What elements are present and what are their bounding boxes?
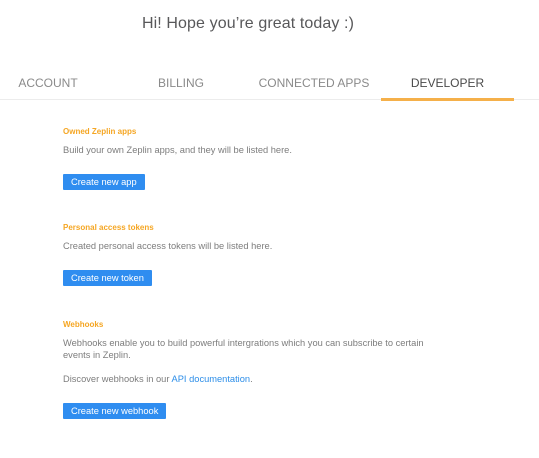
create-new-app-button[interactable]: Create new app bbox=[63, 174, 145, 190]
create-new-webhook-button[interactable]: Create new webhook bbox=[63, 403, 167, 419]
developer-settings-page: Hi! Hope you’re great today :) ACCOUNT B… bbox=[0, 0, 539, 458]
tab-developer[interactable]: DEVELOPER bbox=[381, 75, 514, 101]
owned-apps-title: Owned Zeplin apps bbox=[63, 127, 137, 136]
tab-billing[interactable]: BILLING bbox=[134, 75, 228, 99]
create-new-token-button[interactable]: Create new token bbox=[63, 270, 152, 286]
webhooks-section: Webhooks Webhooks enable you to build po… bbox=[63, 320, 433, 419]
tab-account[interactable]: ACCOUNT bbox=[0, 75, 96, 99]
greeting-heading: Hi! Hope you’re great today :) bbox=[142, 15, 354, 32]
discover-prefix: Discover webhooks in our bbox=[63, 374, 172, 384]
discover-suffix: . bbox=[250, 374, 253, 384]
access-tokens-title: Personal access tokens bbox=[63, 223, 154, 232]
webhooks-title: Webhooks bbox=[63, 320, 104, 329]
access-tokens-section: Personal access tokens Created personal … bbox=[63, 223, 433, 286]
settings-tabs: ACCOUNT BILLING CONNECTED APPS DEVELOPER bbox=[0, 75, 539, 101]
owned-apps-section: Owned Zeplin apps Build your own Zeplin … bbox=[63, 127, 433, 190]
webhooks-discover-text: Discover webhooks in our API documentati… bbox=[63, 373, 433, 385]
api-documentation-link[interactable]: API documentation bbox=[172, 374, 251, 384]
tab-connected-apps[interactable]: CONNECTED APPS bbox=[246, 75, 382, 99]
access-tokens-description: Created personal access tokens will be l… bbox=[63, 241, 273, 251]
owned-apps-description: Build your own Zeplin apps, and they wil… bbox=[63, 145, 292, 155]
webhooks-description: Webhooks enable you to build powerful in… bbox=[63, 338, 424, 360]
